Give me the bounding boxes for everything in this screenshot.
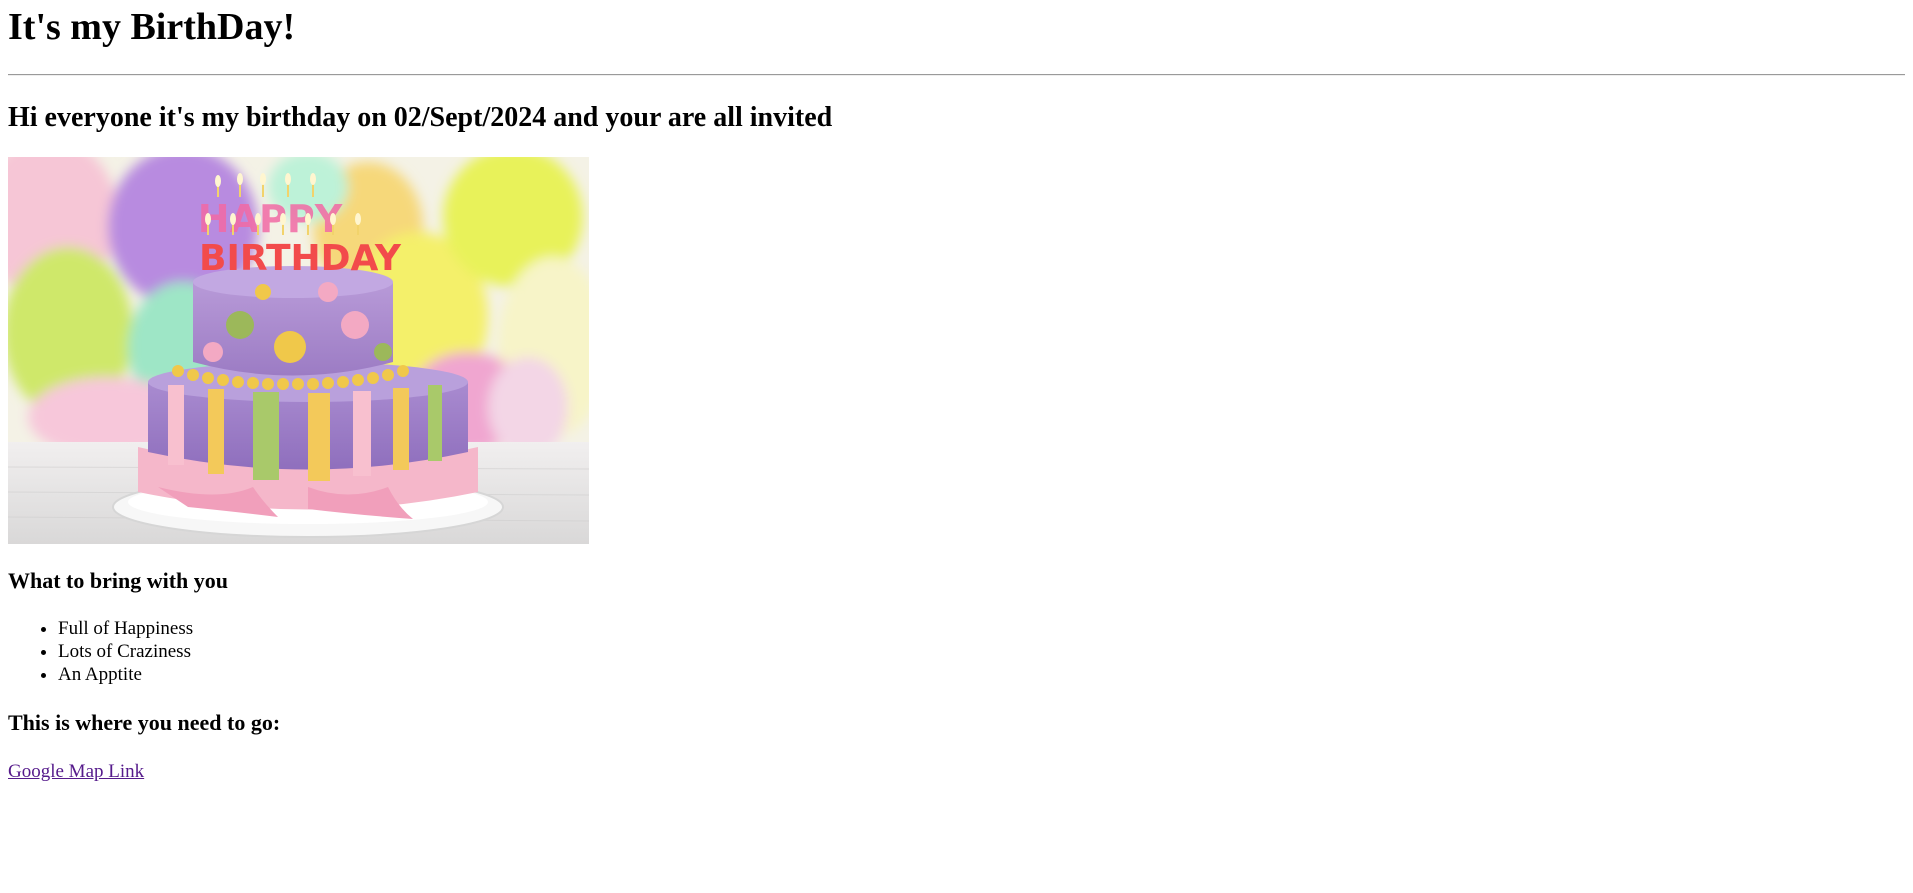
bring-list: Full of Happiness Lots of Craziness An A…: [8, 617, 1905, 686]
list-item: Lots of Craziness: [58, 640, 1905, 663]
svg-text:HAPPY: HAPPY: [198, 197, 343, 241]
invitation-subtitle: Hi everyone it's my birthday on 02/Sept/…: [8, 102, 833, 133]
list-item: An Apptite: [58, 663, 1905, 686]
birthday-cake-image: HAPPY BIRTHDAY: [8, 157, 589, 544]
svg-text:BIRTHDAY: BIRTHDAY: [199, 238, 402, 279]
where-heading: This is where you need to go:: [8, 710, 281, 735]
google-map-link[interactable]: Google Map Link: [8, 760, 144, 783]
divider: [8, 74, 1905, 76]
bring-heading: What to bring with you: [8, 568, 229, 593]
page-content: It's my BirthDay! Hi everyone it's my bi…: [0, 0, 1913, 783]
list-item: Full of Happiness: [58, 617, 1905, 640]
page-title: It's my BirthDay!: [8, 6, 296, 48]
